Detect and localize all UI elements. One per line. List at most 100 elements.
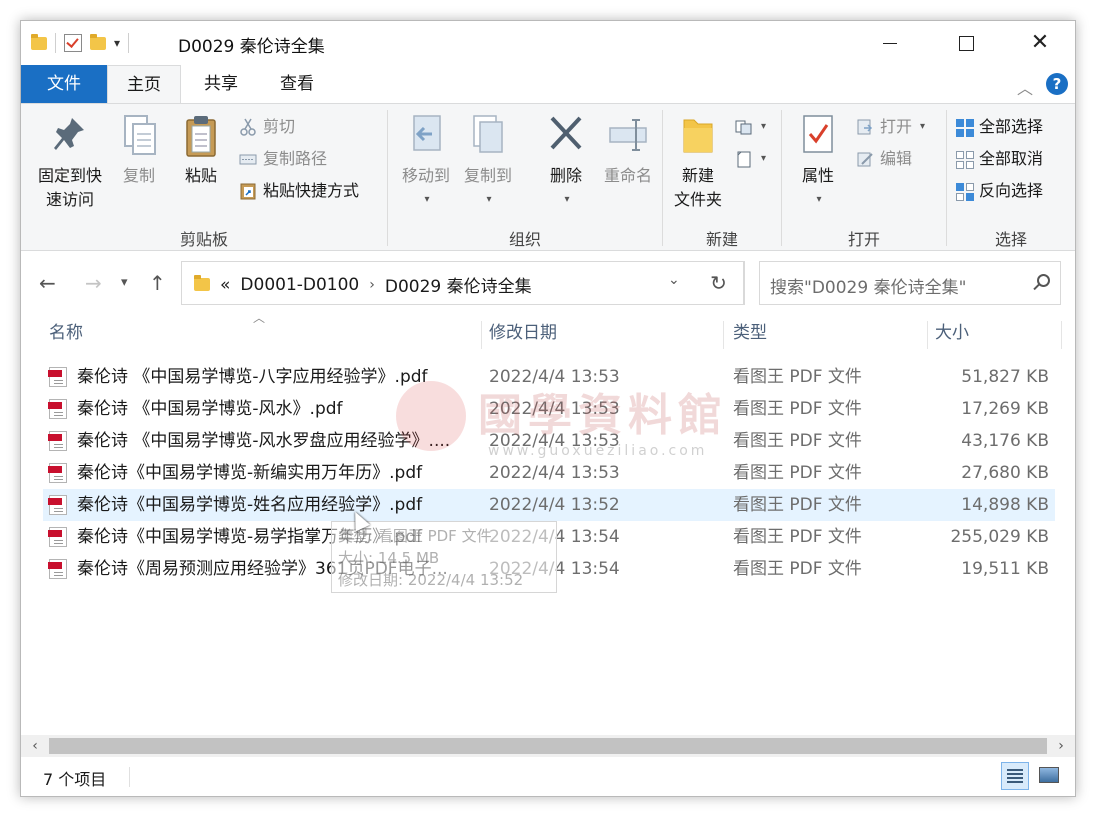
open-icon xyxy=(856,118,874,136)
invert-selection-button[interactable]: 反向选择 xyxy=(955,178,1043,204)
new-folder-qat-icon[interactable] xyxy=(90,33,106,50)
cut-label: 剪切 xyxy=(263,117,296,136)
delete-button[interactable]: 删除 ▾ xyxy=(540,112,592,212)
copy-to-icon xyxy=(468,112,508,160)
collapse-ribbon-icon[interactable]: ︿ xyxy=(1017,75,1033,98)
new-group: 新建 文件夹 ▾ ▾ 新建 xyxy=(663,104,781,252)
rename-button[interactable]: 重命名 xyxy=(596,112,660,188)
status-separator xyxy=(129,767,130,787)
file-type: 看图王 PDF 文件 xyxy=(733,399,862,419)
search-box[interactable]: 搜索"D0029 秦伦诗全集" xyxy=(759,261,1061,305)
window-title: D0029 秦伦诗全集 xyxy=(178,37,325,57)
ribbon-tabs: 文件 主页 共享 查看 ︿ ? xyxy=(21,65,1075,103)
file-row[interactable]: 秦伦诗 《中国易学博览-风水罗盘应用经验学》.... 2022/4/4 13:5… xyxy=(43,425,1055,457)
qat-dropdown-icon[interactable]: ▾ xyxy=(114,36,120,50)
file-name: 秦伦诗 《中国易学博览-风水罗盘应用经验学》.... xyxy=(77,431,451,451)
column-header-type[interactable]: 类型 xyxy=(733,321,767,349)
column-header-date[interactable]: 修改日期 xyxy=(489,321,557,349)
new-item-button[interactable]: ▾ xyxy=(735,114,766,140)
open-button[interactable]: 打开 ▾ xyxy=(856,114,925,140)
breadcrumb-chevron-icon[interactable]: › xyxy=(369,277,375,293)
up-arrow-icon[interactable]: ↑ xyxy=(149,271,166,295)
cut-button[interactable]: 剪切 xyxy=(239,114,295,140)
select-group-label: 选择 xyxy=(994,230,1027,249)
file-row[interactable]: 秦伦诗 《中国易学博览-八字应用经验学》.pdf 2022/4/4 13:53 … xyxy=(43,361,1055,393)
maximize-button[interactable] xyxy=(943,21,989,65)
address-dropdown-icon[interactable]: ⌄ xyxy=(668,272,680,288)
new-group-label: 新建 xyxy=(705,230,738,249)
delete-label: 删除 xyxy=(549,166,582,185)
column-divider[interactable] xyxy=(723,321,724,349)
column-divider[interactable] xyxy=(1061,321,1062,349)
back-arrow-icon[interactable]: ← xyxy=(39,271,56,295)
scroll-left-icon[interactable]: ‹ xyxy=(23,735,47,757)
pdf-file-icon xyxy=(48,559,67,579)
clipboard-group-label: 剪贴板 xyxy=(179,230,228,249)
new-folder-icon xyxy=(680,112,716,160)
select-all-button[interactable]: 全部选择 xyxy=(955,114,1043,140)
paste-button[interactable]: 粘贴 xyxy=(171,112,231,188)
tab-home[interactable]: 主页 xyxy=(107,65,181,103)
quick-access-toolbar: ▾ xyxy=(31,31,130,55)
copy-label: 复制 xyxy=(122,166,155,185)
easy-access-button[interactable]: ▾ xyxy=(735,146,766,172)
breadcrumb-item[interactable]: D0001-D0100 xyxy=(240,275,359,295)
copy-to-dropdown-icon: ▾ xyxy=(486,194,492,205)
minimize-button[interactable] xyxy=(867,21,913,65)
scrollbar-thumb[interactable] xyxy=(49,738,1047,754)
column-header-size[interactable]: 大小 xyxy=(935,321,969,349)
address-bar[interactable]: « D0001-D0100 › D0029 秦伦诗全集 ⌄ xyxy=(181,261,745,305)
file-size: 51,827 KB xyxy=(961,367,1049,387)
properties-button[interactable]: 属性 ▾ xyxy=(790,112,846,212)
open-group: 属性 ▾ 打开 ▾ 编辑 打开 xyxy=(782,104,946,252)
tab-file[interactable]: 文件 xyxy=(21,65,107,103)
file-row[interactable]: 秦伦诗 《中国易学博览-风水》.pdf 2022/4/4 13:53 看图王 P… xyxy=(43,393,1055,425)
file-name: 秦伦诗 《中国易学博览-风水》.pdf xyxy=(77,399,343,419)
paste-shortcut-button[interactable]: 粘贴快捷方式 xyxy=(239,178,359,204)
file-row[interactable]: 秦伦诗《中国易学博览-新编实用万年历》.pdf 2022/4/4 13:53 看… xyxy=(43,457,1055,489)
file-tooltip: 类型: 看图王 PDF 文件 大小: 14.5 MB 修改日期: 2022/4/… xyxy=(331,521,557,593)
copy-button[interactable]: 复制 xyxy=(113,112,165,188)
recent-locations-chevron-icon[interactable]: ▾ xyxy=(121,275,128,290)
breadcrumb-item[interactable]: D0029 秦伦诗全集 xyxy=(385,272,532,297)
properties-icon xyxy=(800,112,836,160)
open-dropdown-icon: ▾ xyxy=(920,121,926,132)
properties-check-icon[interactable] xyxy=(64,34,82,52)
large-icons-view-icon[interactable] xyxy=(1039,767,1059,783)
easy-access-icon xyxy=(735,150,753,168)
forward-arrow-icon[interactable]: → xyxy=(85,271,102,295)
tab-view[interactable]: 查看 xyxy=(267,65,327,103)
file-size: 255,029 KB xyxy=(950,527,1049,547)
column-divider[interactable] xyxy=(927,321,928,349)
edit-icon xyxy=(856,150,874,168)
copy-to-button[interactable]: 复制到 ▾ xyxy=(456,112,520,212)
copy-path-button[interactable]: 复制路径 xyxy=(239,146,327,172)
scroll-right-icon[interactable]: › xyxy=(1049,735,1073,757)
move-to-button[interactable]: 移动到 ▾ xyxy=(394,112,458,212)
file-row-hovered[interactable]: 秦伦诗《中国易学博览-姓名应用经验学》.pdf 2022/4/4 13:52 看… xyxy=(43,489,1055,521)
help-icon[interactable]: ? xyxy=(1046,73,1068,95)
file-type: 看图王 PDF 文件 xyxy=(733,463,862,483)
search-icon[interactable] xyxy=(1037,274,1050,287)
refresh-icon[interactable]: ↻ xyxy=(694,261,744,305)
column-divider[interactable] xyxy=(481,321,482,349)
horizontal-scrollbar[interactable]: ‹ › xyxy=(21,735,1075,757)
column-header-name[interactable]: 名称 xyxy=(49,321,83,349)
file-date: 2022/4/4 13:53 xyxy=(489,367,620,387)
file-size: 43,176 KB xyxy=(961,431,1049,451)
rename-icon xyxy=(606,112,650,160)
breadcrumb-overflow[interactable]: « xyxy=(220,275,230,295)
edit-button[interactable]: 编辑 xyxy=(856,146,912,172)
move-to-label: 移动到 xyxy=(401,166,450,185)
new-folder-button[interactable]: 新建 文件夹 xyxy=(667,112,729,212)
status-bar: 7 个项目 xyxy=(21,759,1075,796)
pin-quick-access-button[interactable]: 固定到快 速访问 xyxy=(29,112,111,212)
pdf-file-icon xyxy=(48,495,67,515)
details-view-icon[interactable] xyxy=(1001,762,1029,790)
file-date: 2022/4/4 13:53 xyxy=(489,399,620,419)
select-none-button[interactable]: 全部取消 xyxy=(955,146,1043,172)
close-button[interactable]: ✕ xyxy=(1017,21,1063,65)
tab-share[interactable]: 共享 xyxy=(191,65,251,103)
paste-shortcut-label: 粘贴快捷方式 xyxy=(263,181,360,200)
select-all-label: 全部选择 xyxy=(979,117,1044,136)
